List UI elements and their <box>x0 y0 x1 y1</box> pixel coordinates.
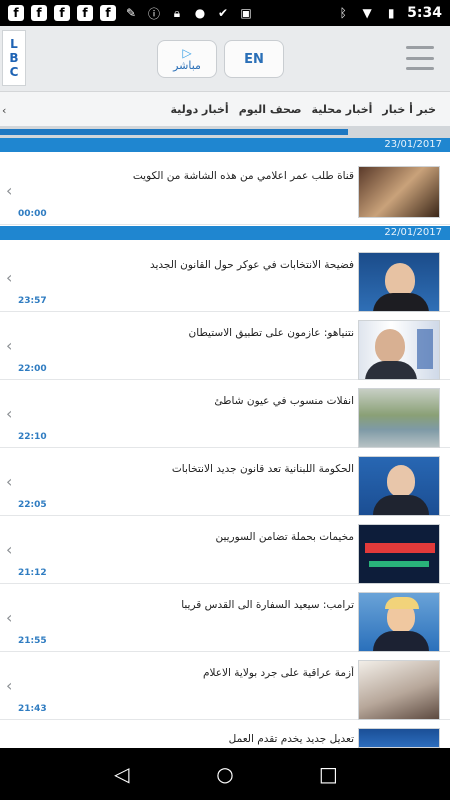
news-thumbnail <box>358 252 440 312</box>
check-icon: ✔ <box>217 6 229 20</box>
news-item[interactable]: ‹ قناة طلب عمر اعلامي من هذه الشاشة من ا… <box>0 163 450 225</box>
clock: 5:34 <box>407 5 442 21</box>
news-thumbnail <box>358 456 440 516</box>
date-header: 23/01/2017 <box>0 138 450 152</box>
facebook-icon: f <box>77 5 93 21</box>
lbc-logo[interactable]: L B C <box>2 30 26 86</box>
facebook-icon: f <box>100 5 116 21</box>
news-headline: ترامب: سيعيد السفارة الى القدس قريبا <box>181 599 354 611</box>
date-header: 22/01/2017 <box>0 226 450 240</box>
news-headline: نتنياهو: عازمون على تطبيق الاستيطان <box>188 327 354 339</box>
chevron-left-icon: ‹ <box>6 268 13 287</box>
battery-icon: ▮ <box>387 6 395 20</box>
lock-icon: 🔒︎ <box>173 5 181 20</box>
news-item[interactable]: ‹ مخيمات بحملة تضامن السوريين 21:12 <box>0 516 450 584</box>
news-headline: تعديل جديد يخدم تقدم العمل <box>228 733 354 745</box>
tab-local-news[interactable]: أخبار محلية <box>312 103 373 116</box>
news-time: 23:57 <box>18 296 47 306</box>
tab-indicator <box>0 126 450 138</box>
news-item[interactable]: ‹ نتنياهو: عازمون على تطبيق الاستيطان 22… <box>0 312 450 380</box>
notification-icons: f f f f f ✎ ⓘ 🔒︎ ● ✔ ▣ <box>8 5 254 21</box>
bluetooth-icon: ᛒ <box>339 6 347 20</box>
facebook-icon: f <box>8 5 24 21</box>
news-thumbnail <box>358 592 440 652</box>
chevron-left-icon: ‹ <box>6 540 13 559</box>
category-tabs: خبر أ خبار أخبار محلية صحف اليوم أخبار د… <box>0 92 450 126</box>
tab-news[interactable]: خبر أ خبار <box>382 103 436 116</box>
chevron-left-icon: ‹ <box>6 336 13 355</box>
news-thumbnail <box>358 320 440 380</box>
news-item[interactable]: ‹ فضيحة الانتخابات في عوكر حول القانون ا… <box>0 244 450 312</box>
tab-today-papers[interactable]: صحف اليوم <box>239 103 302 116</box>
news-thumbnail <box>358 524 440 584</box>
news-time: 21:43 <box>18 704 47 714</box>
news-time: 21:55 <box>18 636 47 646</box>
wifi-icon: ▼ <box>362 6 372 20</box>
facebook-icon: f <box>54 5 70 21</box>
chevron-left-icon: ‹ <box>6 472 13 491</box>
chevron-left-icon: ‹ <box>6 181 13 200</box>
news-thumbnail <box>358 388 440 448</box>
home-icon[interactable]: ○ <box>210 762 240 786</box>
recents-icon[interactable]: □ <box>313 762 343 786</box>
news-headline: قناة طلب عمر اعلامي من هذه الشاشة من الك… <box>132 170 354 182</box>
news-item[interactable]: ‹ انفلات منسوب في عيون شاطئ 22:10 <box>0 380 450 448</box>
tabs-scroll-arrow[interactable]: ‹ <box>2 104 6 117</box>
news-thumbnail <box>358 728 440 748</box>
chevron-left-icon: ‹ <box>6 608 13 627</box>
language-button[interactable]: EN <box>224 40 284 78</box>
news-headline: أزمة عراقية على جرد بولاية الاعلام <box>203 667 354 679</box>
news-item[interactable]: ‹ الحكومة اللبنانية تعد قانون جديد الانت… <box>0 448 450 516</box>
info-icon: ⓘ <box>147 6 160 21</box>
news-headline: فضيحة الانتخابات في عوكر حول القانون الج… <box>149 259 354 271</box>
news-time: 22:10 <box>18 432 47 442</box>
tools-icon: ✎ <box>125 6 137 20</box>
back-icon[interactable]: ◁ <box>107 762 137 786</box>
menu-icon[interactable] <box>406 46 434 70</box>
news-time: 21:12 <box>18 568 47 578</box>
news-time: 22:00 <box>18 364 47 374</box>
news-headline: الحكومة اللبنانية تعد قانون جديد الانتخا… <box>171 463 354 475</box>
system-nav-bar: ◁ ○ □ <box>0 748 450 800</box>
news-time: 22:05 <box>18 500 47 510</box>
news-headline: انفلات منسوب في عيون شاطئ <box>214 395 354 407</box>
news-headline: مخيمات بحملة تضامن السوريين <box>215 531 354 543</box>
tab-international-news[interactable]: أخبار دولية <box>170 103 228 116</box>
news-item[interactable]: ‹ ترامب: سيعيد السفارة الى القدس قريبا 2… <box>0 584 450 652</box>
news-item[interactable]: تعديل جديد يخدم تقدم العمل <box>0 720 450 748</box>
news-thumbnail <box>358 166 440 218</box>
shield-icon: ● <box>194 6 206 20</box>
chevron-left-icon: ‹ <box>6 676 13 695</box>
news-thumbnail <box>358 660 440 720</box>
news-time: 00:00 <box>18 209 47 219</box>
facebook-icon: f <box>31 5 47 21</box>
chevron-left-icon: ‹ <box>6 404 13 423</box>
status-bar: f f f f f ✎ ⓘ 🔒︎ ● ✔ ▣ ᛒ ▼ ▮ 5:34 <box>0 0 450 26</box>
news-item[interactable]: ‹ أزمة عراقية على جرد بولاية الاعلام 21:… <box>0 652 450 720</box>
play-icon: ▷ <box>182 45 192 60</box>
camera-icon: ▣ <box>240 6 252 20</box>
live-button[interactable]: ▷ مباشر <box>157 40 217 78</box>
app-header: L B C ▷ مباشر EN <box>0 26 450 92</box>
